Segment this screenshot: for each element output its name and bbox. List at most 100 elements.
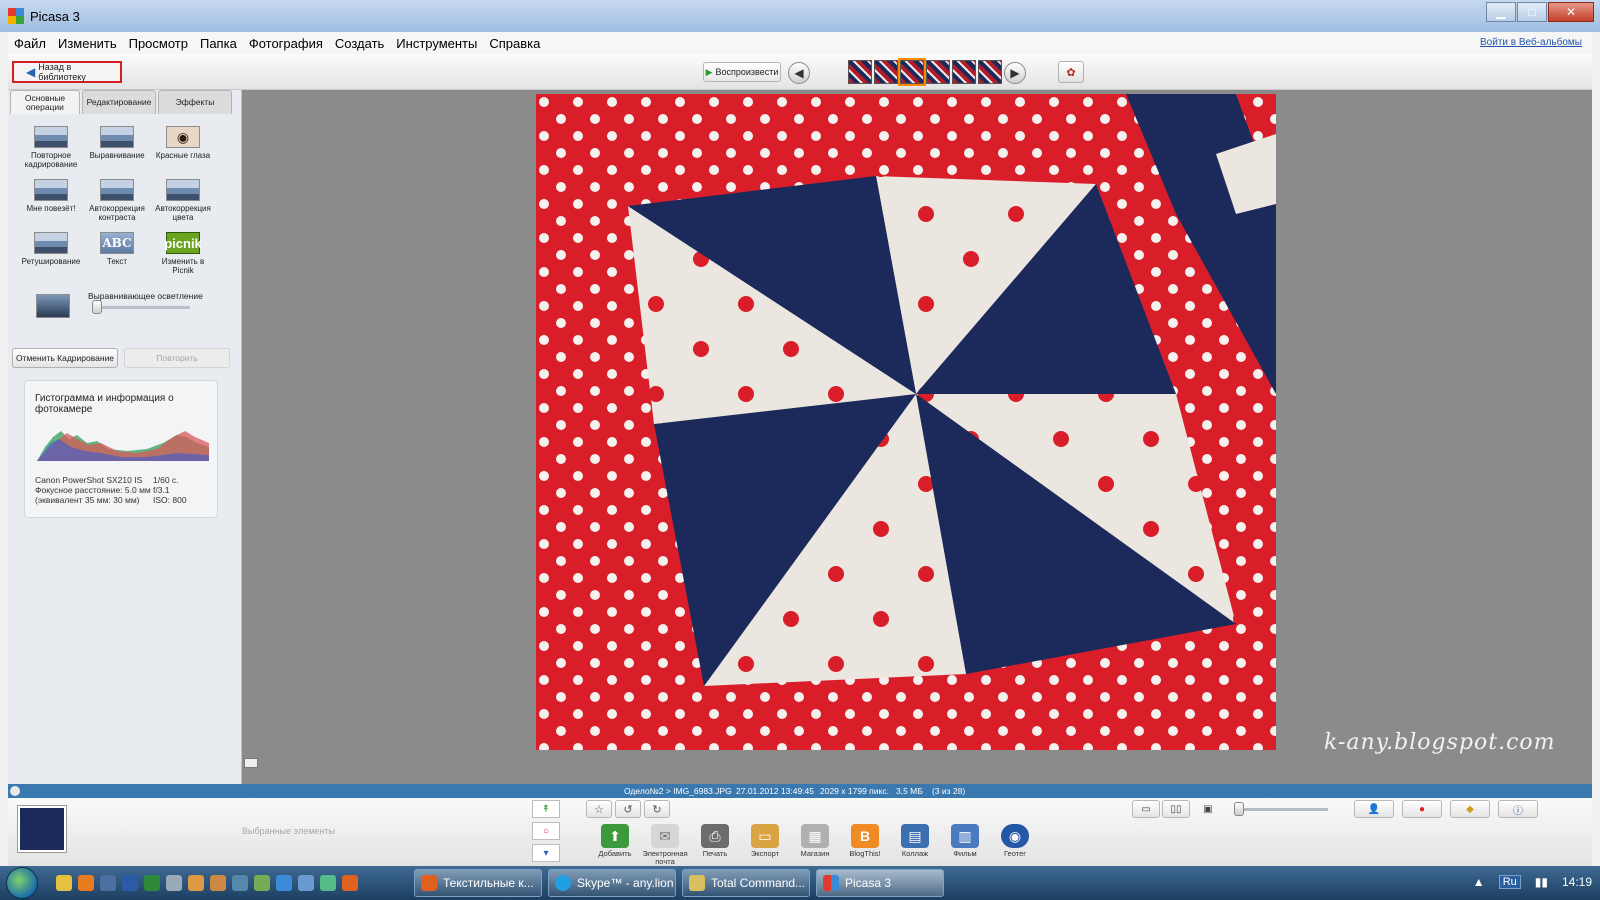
straighten-tool[interactable]: Выравнивание [84, 126, 150, 169]
auto-color-tool[interactable]: Автокоррекция цвета [150, 179, 216, 222]
menu-view[interactable]: Просмотр [123, 36, 194, 51]
panel-collapse-icon[interactable] [244, 758, 258, 768]
blogthis-button[interactable]: B BlogThis! [840, 824, 890, 866]
document-icon[interactable] [232, 875, 248, 891]
close-button[interactable]: ✕ [1548, 2, 1594, 22]
auto-contrast-tool[interactable]: Автокоррекция контраста [84, 179, 150, 222]
menu-file[interactable]: Файл [8, 36, 52, 51]
signal-icon[interactable]: ▮▮ [1535, 875, 1548, 889]
maximize-button[interactable]: □ [1517, 2, 1547, 22]
geotag-button[interactable]: ◉ Геотег [990, 824, 1040, 866]
im-feeling-lucky-tool[interactable]: Мне повезёт! [18, 179, 84, 222]
menu-create[interactable]: Создать [329, 36, 390, 51]
movie-button[interactable]: ▥ Фильм [940, 824, 990, 866]
menu-picture[interactable]: Фотография [243, 36, 329, 51]
zoom-slider-handle[interactable] [1234, 802, 1244, 816]
menu-tools[interactable]: Инструменты [390, 36, 483, 51]
export-button[interactable]: ▭ Экспорт [740, 824, 790, 866]
menu-edit[interactable]: Изменить [52, 36, 123, 51]
firefox-icon[interactable] [342, 875, 358, 891]
photo-viewer: k-any.blogspot.com [242, 90, 1592, 784]
places-pin-icon[interactable]: ● [1402, 800, 1442, 818]
calculator-icon[interactable] [100, 875, 116, 891]
star-icon[interactable]: ☆ [586, 800, 612, 818]
tray-thumbnail[interactable] [18, 806, 66, 852]
status-bar: Одело№2 > IMG_6983.JPG 27.01.2012 13:49:… [8, 784, 1592, 798]
archive-icon[interactable] [210, 875, 226, 891]
lucky-icon [34, 179, 68, 201]
filmstrip-thumb[interactable] [978, 60, 1002, 84]
tool-label: Текст [106, 257, 128, 266]
excel-icon[interactable] [144, 875, 160, 891]
tab-basic-fixes[interactable]: Основные операции [10, 90, 80, 114]
fill-light-slider-track[interactable] [92, 306, 190, 309]
next-photo-button[interactable]: ▶ [1004, 62, 1026, 84]
zoom-slider-track[interactable] [1238, 808, 1328, 811]
upload-button[interactable]: ⬆ Добавить [590, 824, 640, 866]
rotate-right-icon[interactable]: ↻ [644, 800, 670, 818]
shop-button[interactable]: ▦ Магазин [790, 824, 840, 866]
task-label: Текстильные к... [443, 876, 534, 890]
collage-button[interactable]: ▤ Коллаж [890, 824, 940, 866]
menu-folder[interactable]: Папка [194, 36, 243, 51]
tray-collapse-icon[interactable] [10, 786, 20, 796]
title-bar[interactable]: Picasa 3 ▁ □ ✕ [0, 0, 1600, 32]
filmstrip-thumb[interactable] [848, 60, 872, 84]
internet-explorer-icon[interactable] [276, 875, 292, 891]
filmstrip-thumb-selected[interactable] [898, 58, 926, 86]
explorer-icon[interactable] [56, 875, 72, 891]
share-actions: ⬆ Добавить ✉ Электронная почта ⎙ Печать … [590, 824, 1040, 866]
task-picasa[interactable]: Picasa 3 [816, 869, 944, 897]
web-albums-login-link[interactable]: Войти в Веб-альбомы [1480, 37, 1582, 48]
fit-view-icon[interactable]: ▭ [1132, 800, 1160, 818]
hold-pin-icon[interactable]: ↟ [532, 800, 560, 818]
add-to-album-icon[interactable]: ▾ [532, 844, 560, 862]
redo-button[interactable]: Повторить [124, 348, 230, 368]
task-firefox[interactable]: Текстильные к... [414, 869, 542, 897]
back-to-library-button[interactable]: ◀ Назад в библиотеку [12, 61, 122, 83]
action-label: Добавить [598, 849, 632, 858]
settings-icon[interactable] [166, 875, 182, 891]
language-indicator[interactable]: Ru [1498, 875, 1521, 889]
email-button[interactable]: ✉ Электронная почта [640, 824, 690, 866]
info-icon[interactable]: ⓘ [1498, 800, 1538, 818]
picnik-tool[interactable]: picnik Изменить в Picnik [150, 232, 216, 275]
edit-tabs: Основные операции Редактирование Эффекты [10, 90, 240, 114]
text-tool[interactable]: ABC Текст [84, 232, 150, 275]
fill-light-slider-handle[interactable] [92, 300, 102, 314]
tab-effects[interactable]: Эффекты [158, 90, 232, 114]
slideshow-play-button[interactable]: ▶ Воспроизвести [703, 62, 781, 82]
tray-expand-icon[interactable]: ▲ [1473, 875, 1485, 889]
network-icon[interactable] [254, 875, 270, 891]
clock[interactable]: 14:19 [1562, 875, 1592, 889]
compare-view-icon[interactable]: ▯▯ [1162, 800, 1190, 818]
crop-tool[interactable]: Повторное кадрирование [18, 126, 84, 169]
avast-icon[interactable] [78, 875, 94, 891]
tags-icon[interactable]: ◆ [1450, 800, 1490, 818]
effects-preview-button[interactable]: ✿ [1058, 61, 1084, 83]
previous-photo-button[interactable]: ◀ [788, 62, 810, 84]
word-icon[interactable] [122, 875, 138, 891]
undo-crop-button[interactable]: Отменить Кадрирование [12, 348, 118, 368]
print-button[interactable]: ⎙ Печать [690, 824, 740, 866]
people-icon[interactable]: 👤 [1354, 800, 1394, 818]
filmstrip-thumb[interactable] [926, 60, 950, 84]
utorrent-icon[interactable] [320, 875, 336, 891]
photo-image[interactable] [536, 94, 1276, 750]
rotate-left-icon[interactable]: ↺ [615, 800, 641, 818]
red-eye-tool[interactable]: ◉ Красные глаза [150, 126, 216, 169]
action-label: Коллаж [901, 849, 929, 858]
start-button[interactable] [6, 867, 38, 899]
tab-tuning[interactable]: Редактирование [82, 90, 156, 114]
tray-hint: Выбранные элементы [242, 826, 335, 836]
minimize-button[interactable]: ▁ [1486, 2, 1516, 22]
monitor-icon[interactable] [298, 875, 314, 891]
filmstrip-thumb[interactable] [952, 60, 976, 84]
task-skype[interactable]: Skype™ - any.lion [548, 869, 676, 897]
chrome-icon[interactable] [188, 875, 204, 891]
clear-tray-icon[interactable]: ○ [532, 822, 560, 840]
filmstrip-thumb[interactable] [874, 60, 898, 84]
task-total-commander[interactable]: Total Command... [682, 869, 810, 897]
retouch-tool[interactable]: Ретуширование [18, 232, 84, 275]
menu-help[interactable]: Справка [483, 36, 546, 51]
